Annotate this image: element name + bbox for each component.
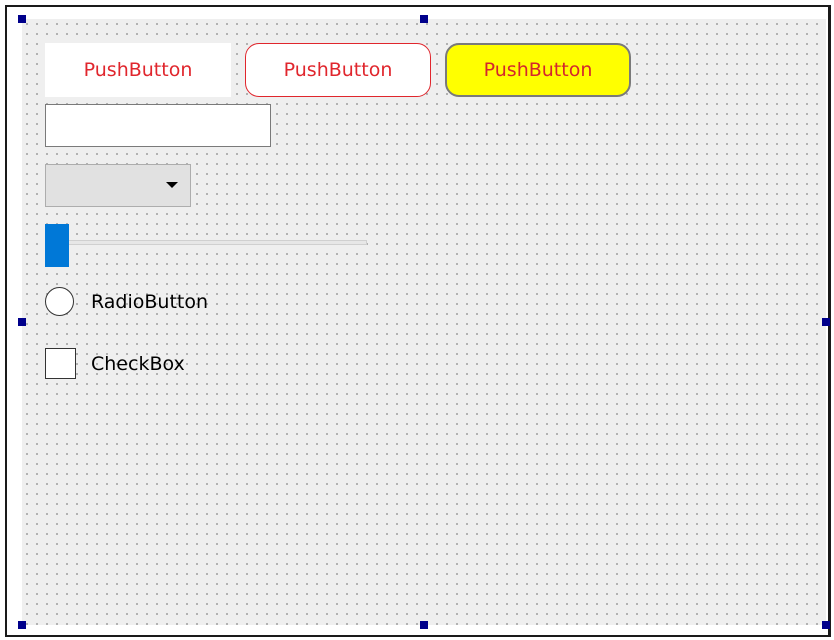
push-button-rounded-red[interactable]: PushButton <box>245 43 431 97</box>
selection-handle-top-center[interactable] <box>420 15 428 23</box>
push-button-yellow[interactable]: PushButton <box>445 43 631 97</box>
selection-handle-middle-left[interactable] <box>18 318 26 326</box>
selection-handle-middle-right[interactable] <box>822 318 830 326</box>
checkbox-indicator[interactable] <box>45 348 76 379</box>
push-button-flat[interactable]: PushButton <box>45 43 231 97</box>
radio-button-indicator[interactable] <box>45 287 74 316</box>
selection-handle-bottom-center[interactable] <box>420 621 428 629</box>
checkbox-label[interactable]: CheckBox <box>91 352 185 376</box>
slider-groove[interactable] <box>45 240 367 245</box>
slider-handle[interactable] <box>45 224 69 267</box>
line-edit-field[interactable] <box>45 104 271 147</box>
chevron-down-icon <box>166 182 178 188</box>
selection-handle-bottom-right[interactable] <box>822 621 830 629</box>
selection-handle-bottom-left[interactable] <box>18 621 26 629</box>
combo-box[interactable] <box>45 164 191 207</box>
selection-handle-top-left[interactable] <box>18 15 26 23</box>
radio-button-label[interactable]: RadioButton <box>91 290 208 314</box>
